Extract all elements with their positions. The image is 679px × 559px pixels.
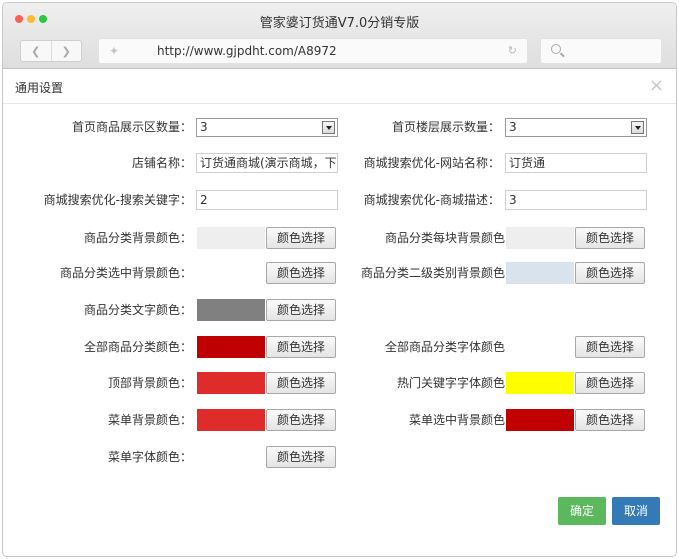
- seo-keywords-label: 商城搜索优化-搜索关键字：: [43, 193, 192, 207]
- shop-name-label: 店铺名称：: [131, 156, 192, 170]
- reload-icon[interactable]: ↻: [508, 44, 517, 57]
- category-block-bg-color-button[interactable]: 颜色选择: [575, 227, 645, 249]
- menu-bg-color-button[interactable]: 颜色选择: [266, 409, 336, 431]
- address-bar[interactable]: ✦ http://www.gjpdht.com/A8972 ↻: [98, 38, 528, 64]
- nav-buttons: ❮ ❯: [20, 40, 82, 62]
- all-category-color-label: 全部商品分类颜色：: [83, 340, 192, 354]
- menu-bg-color-swatch: [197, 409, 265, 431]
- cancel-button[interactable]: 取消: [612, 497, 660, 525]
- seo-keywords-input[interactable]: 2: [196, 190, 338, 210]
- seo-description-label: 商城搜索优化-商城描述：: [363, 193, 500, 207]
- top-bg-color-button[interactable]: 颜色选择: [266, 372, 336, 394]
- close-icon[interactable]: ×: [649, 75, 664, 96]
- search-icon: [551, 44, 561, 54]
- menu-selected-bg-color-label: 菜单选中背景颜色: [408, 413, 505, 427]
- home-product-count-value: 3: [200, 120, 208, 134]
- hot-keyword-font-color-swatch: [506, 372, 574, 394]
- home-floor-count-label: 首页楼层展示数量：: [391, 120, 500, 134]
- ok-button[interactable]: 确定: [558, 497, 606, 525]
- seo-site-name-input[interactable]: 订货通: [505, 153, 647, 173]
- category-block-bg-label: 商品分类每块背景颜色: [384, 231, 505, 245]
- category-selected-bg-color-button[interactable]: 颜色选择: [266, 262, 336, 284]
- menu-font-color-label: 菜单字体颜色：: [107, 450, 192, 464]
- favicon-icon: ✦: [109, 44, 120, 58]
- category-level2-bg-swatch: [506, 262, 574, 284]
- all-category-color-swatch: [197, 336, 265, 358]
- home-floor-count-select[interactable]: 3: [505, 118, 647, 137]
- menu-selected-bg-color-swatch: [506, 409, 574, 431]
- category-bg-color-button[interactable]: 颜色选择: [266, 227, 336, 249]
- chevron-down-icon: [631, 121, 644, 134]
- all-category-font-color-label: 全部商品分类字体颜色: [384, 340, 505, 354]
- address-url: http://www.gjpdht.com/A8972: [157, 44, 337, 58]
- top-bg-color-swatch: [197, 372, 265, 394]
- seo-site-name-label: 商城搜索优化-网站名称：: [363, 156, 500, 170]
- category-text-color-button[interactable]: 颜色选择: [266, 299, 336, 321]
- all-category-font-color-button[interactable]: 颜色选择: [575, 336, 645, 358]
- category-selected-bg-label: 商品分类选中背景颜色：: [59, 266, 192, 280]
- home-product-count-label: 首页商品展示区数量：: [71, 120, 192, 134]
- category-text-color-swatch: [197, 299, 265, 321]
- back-arrow-icon: ❮: [31, 44, 41, 58]
- forward-button[interactable]: ❯: [50, 41, 82, 61]
- category-bg-label: 商品分类背景颜色：: [83, 231, 192, 245]
- all-category-color-button[interactable]: 颜色选择: [266, 336, 336, 358]
- dialog-header: 通用设置 ×: [3, 70, 676, 104]
- browser-search-field[interactable]: [540, 38, 662, 64]
- home-product-count-select[interactable]: 3: [196, 118, 338, 137]
- dialog-title: 通用设置: [15, 81, 64, 95]
- category-bg-swatch: [197, 227, 265, 249]
- menu-bg-color-label: 菜单背景颜色：: [107, 413, 192, 427]
- category-level2-bg-color-button[interactable]: 颜色选择: [575, 262, 645, 284]
- top-bg-color-label: 顶部背景颜色：: [107, 376, 192, 390]
- home-floor-count-value: 3: [509, 120, 517, 134]
- category-level2-bg-label: 商品分类二级类别背景颜色: [360, 266, 505, 280]
- chevron-down-icon: [322, 121, 335, 134]
- window-title: 管家婆订货通V7.0分销专版: [259, 16, 420, 31]
- back-button[interactable]: ❮: [21, 41, 51, 61]
- menu-font-color-button[interactable]: 颜色选择: [266, 446, 336, 468]
- forward-arrow-icon: ❯: [61, 44, 71, 58]
- shop-name-input[interactable]: 订货通商城(演示商城，下: [196, 153, 338, 173]
- hot-keyword-font-color-button[interactable]: 颜色选择: [575, 372, 645, 394]
- menu-selected-bg-color-button[interactable]: 颜色选择: [575, 409, 645, 431]
- category-block-bg-swatch: [506, 227, 574, 249]
- category-text-color-label: 商品分类文字颜色：: [83, 303, 192, 317]
- seo-description-input[interactable]: 3: [505, 190, 647, 210]
- hot-keyword-font-color-label: 热门关键字字体颜色: [396, 376, 505, 390]
- browser-titlebar: 管家婆订货通V7.0分销专版 ❮ ❯ ✦ http://www.gjpdht.c…: [3, 3, 676, 69]
